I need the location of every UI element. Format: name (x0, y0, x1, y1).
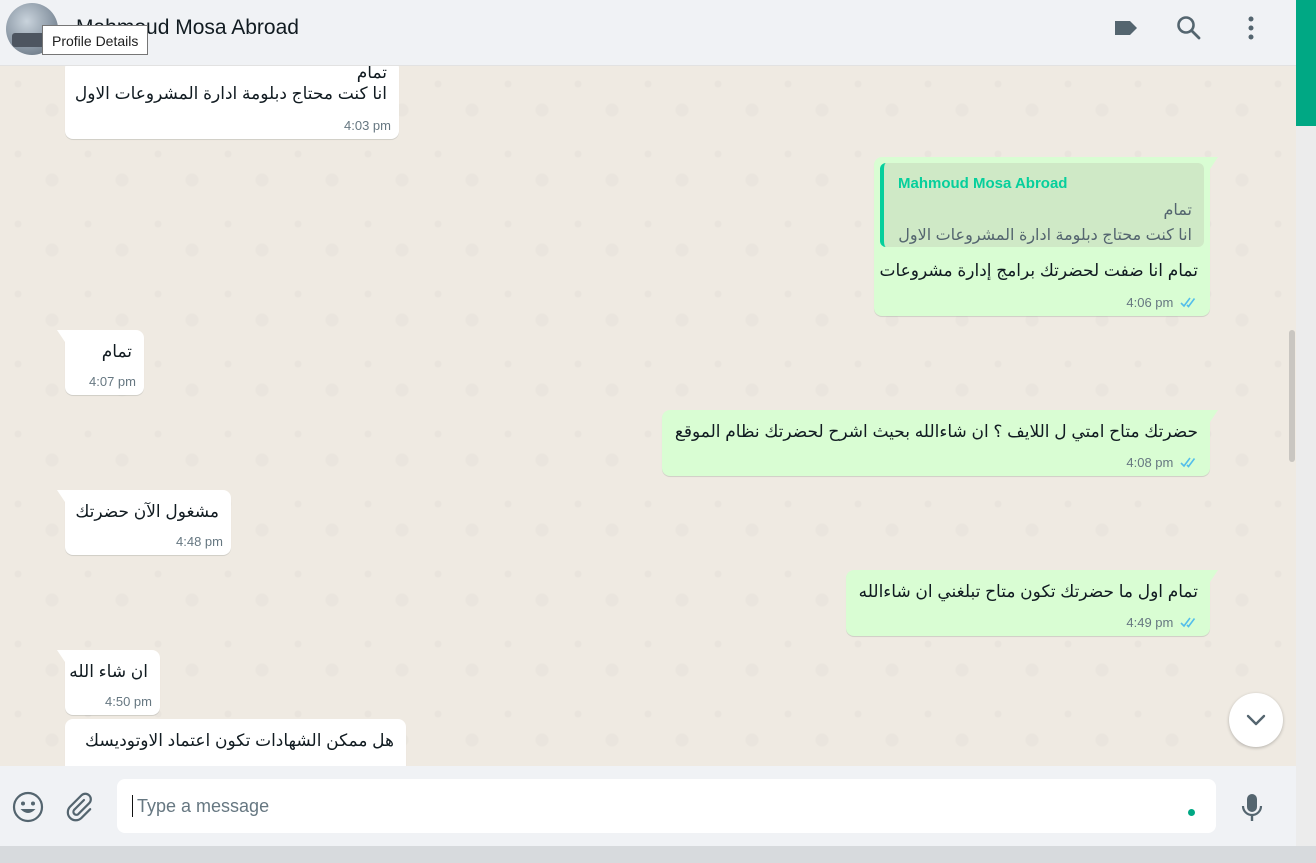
scroll-to-bottom-button[interactable] (1229, 693, 1283, 747)
composer-bar: Type a message (0, 766, 1296, 846)
attach-icon[interactable] (64, 792, 94, 822)
profile-details-tooltip: Profile Details (42, 25, 149, 55)
message-bubble-outgoing[interactable]: حضرتك متاح امتي ل اللايف ؟ ان شاءالله بح… (662, 410, 1218, 476)
window-bottom-edge (0, 846, 1316, 863)
message-bubble-outgoing[interactable]: تمام اول ما حضرتك تكون متاح تبلغني ان شا… (846, 570, 1218, 636)
message-text: هل ممكن الشهادات تكون اعتماد الاوتوديسك (85, 731, 394, 750)
message-time: 4:50 pm (105, 694, 152, 709)
quoted-message[interactable]: Mahmoud Mosa Abroad تمام انا كنت محتاج د… (880, 163, 1204, 247)
quoted-text: تمام (1163, 202, 1192, 219)
chat-scrollbar-thumb[interactable] (1289, 330, 1295, 462)
message-bubble-incoming[interactable]: تمام انا كنت محتاج دبلومة ادارة المشروعا… (65, 66, 399, 139)
message-text: انا كنت محتاج دبلومة ادارة المشروعات الا… (74, 84, 387, 103)
search-icon[interactable] (1175, 14, 1203, 42)
window-scrollbar[interactable] (1296, 0, 1316, 846)
message-bubble-incoming[interactable]: ان شاء الله 4:50 pm (57, 650, 160, 715)
message-text: تمام (356, 66, 387, 82)
quoted-author: Mahmoud Mosa Abroad (898, 175, 1068, 192)
message-list[interactable]: تمام انا كنت محتاج دبلومة ادارة المشروعا… (0, 66, 1296, 766)
message-text: تمام اول ما حضرتك تكون متاح تبلغني ان شا… (858, 582, 1198, 601)
message-time: 4:06 pm (1126, 295, 1198, 310)
label-icon[interactable] (1112, 14, 1140, 42)
chat-header: Mahmoud Mosa Abroad Profile Details (0, 0, 1296, 66)
status-dot (1188, 809, 1195, 816)
message-time-text: 4:06 pm (1126, 295, 1174, 310)
message-time: 4:48 pm (176, 534, 223, 549)
message-time: 4:07 pm (89, 374, 136, 389)
menu-icon[interactable] (1237, 14, 1265, 42)
message-time: 4:08 pm (1126, 455, 1198, 470)
microphone-icon[interactable] (1239, 792, 1265, 824)
message-bubble-incoming[interactable]: تمام 4:07 pm (57, 330, 144, 395)
message-time: 4:49 pm (1126, 615, 1198, 630)
message-bubble-incoming[interactable]: مشغول الآن حضرتك 4:48 pm (57, 490, 231, 555)
scrollbar-accent (1296, 0, 1316, 126)
message-text: حضرتك متاح امتي ل اللايف ؟ ان شاءالله بح… (674, 422, 1198, 441)
message-time: 4:03 pm (344, 118, 391, 133)
quoted-text: انا كنت محتاج دبلومة ادارة المشروعات الا… (898, 227, 1192, 244)
double-check-icon (1180, 617, 1196, 628)
message-bubble-incoming[interactable]: هل ممكن الشهادات تكون اعتماد الاوتوديسك (65, 719, 406, 766)
double-check-icon (1180, 297, 1196, 308)
double-check-icon (1180, 457, 1196, 468)
message-input[interactable]: Type a message (117, 779, 1216, 833)
emoji-icon[interactable] (11, 790, 45, 824)
chevron-down-icon (1246, 714, 1266, 726)
message-text: ان شاء الله (69, 662, 148, 681)
message-time-text: 4:08 pm (1126, 455, 1174, 470)
message-text: تمام (101, 342, 132, 361)
message-time-text: 4:49 pm (1126, 615, 1174, 630)
message-bubble-outgoing[interactable]: Mahmoud Mosa Abroad تمام انا كنت محتاج د… (874, 157, 1218, 316)
message-text: مشغول الآن حضرتك (75, 502, 219, 521)
message-input-placeholder: Type a message (137, 796, 270, 816)
text-caret (132, 795, 133, 817)
message-text: تمام انا ضفت لحضرتك برامج إدارة مشروعات (879, 261, 1198, 280)
